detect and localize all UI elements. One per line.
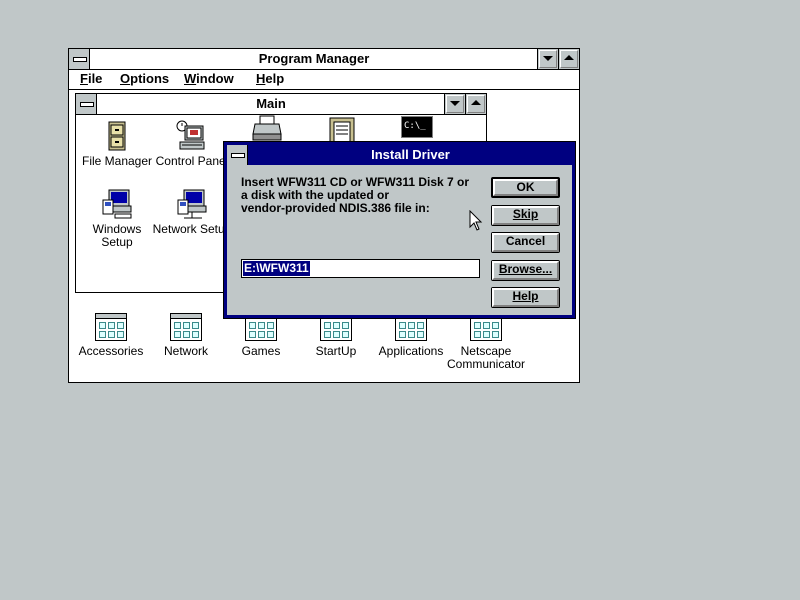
menu-bar: File Options Window Help [69, 70, 579, 90]
window-title: Program Manager [258, 51, 370, 66]
driver-path-value: E:\WFW311 [243, 261, 310, 276]
minimize-button[interactable] [537, 49, 558, 69]
maximize-button[interactable] [558, 49, 579, 69]
control-panel-item[interactable]: Control Panel [152, 120, 232, 168]
driver-path-input[interactable]: E:\WFW311 [241, 259, 480, 278]
menu-options[interactable]: Options [120, 71, 169, 86]
group-applications[interactable]: Applications [371, 313, 451, 358]
group-accessories[interactable]: Accessories [71, 313, 151, 358]
group-network[interactable]: Network [146, 313, 226, 358]
network-setup-icon [176, 188, 208, 220]
menu-help[interactable]: Help [256, 71, 284, 86]
dialog-title: Install Driver [371, 147, 450, 162]
windows-setup-icon [101, 188, 133, 220]
dialog-titlebar[interactable]: Install Driver [227, 145, 572, 165]
dialog-message: Insert WFW311 CD or WFW311 Disk 7 or a d… [241, 175, 470, 215]
menu-file[interactable]: File [80, 71, 102, 86]
main-maximize-button[interactable] [465, 94, 486, 114]
dialog-system-menu-icon[interactable] [227, 145, 248, 165]
group-startup[interactable]: StartUp [296, 313, 376, 358]
network-setup-item[interactable]: Network Setup [152, 188, 232, 236]
program-group-icon [170, 313, 202, 341]
main-system-menu-icon[interactable] [76, 94, 97, 114]
install-driver-dialog[interactable]: Install Driver Insert WFW311 CD or WFW31… [223, 141, 576, 319]
maximize-icon [471, 100, 481, 105]
program-group-icon [95, 313, 127, 341]
file-manager-item[interactable]: File Manager [77, 120, 157, 168]
browse-button[interactable]: Browse... [491, 260, 560, 281]
maximize-icon [564, 55, 574, 60]
program-manager-titlebar[interactable]: Program Manager [69, 49, 579, 70]
system-menu-icon[interactable] [69, 49, 90, 69]
group-games[interactable]: Games [221, 313, 301, 358]
group-netscape-communicator[interactable]: Netscape Communicator [446, 313, 526, 371]
minimize-icon [450, 101, 460, 106]
control-panel-icon [176, 120, 208, 152]
file-cabinet-icon [101, 120, 133, 152]
cancel-button[interactable]: Cancel [491, 232, 560, 253]
windows-setup-item[interactable]: Windows Setup [77, 188, 157, 249]
main-minimize-button[interactable] [444, 94, 465, 114]
skip-button[interactable]: Skip [491, 205, 560, 226]
menu-window[interactable]: Window [184, 71, 234, 86]
minimize-icon [543, 56, 553, 61]
help-button[interactable]: Help [491, 287, 560, 308]
mouse-pointer-icon [469, 209, 483, 235]
dialog-body: Install Driver Insert WFW311 CD or WFW31… [227, 145, 572, 315]
main-title: Main [256, 96, 286, 111]
main-titlebar[interactable]: Main [76, 94, 486, 115]
dos-prompt-text: C:\_ [401, 116, 433, 138]
ok-button[interactable]: OK [491, 177, 560, 198]
